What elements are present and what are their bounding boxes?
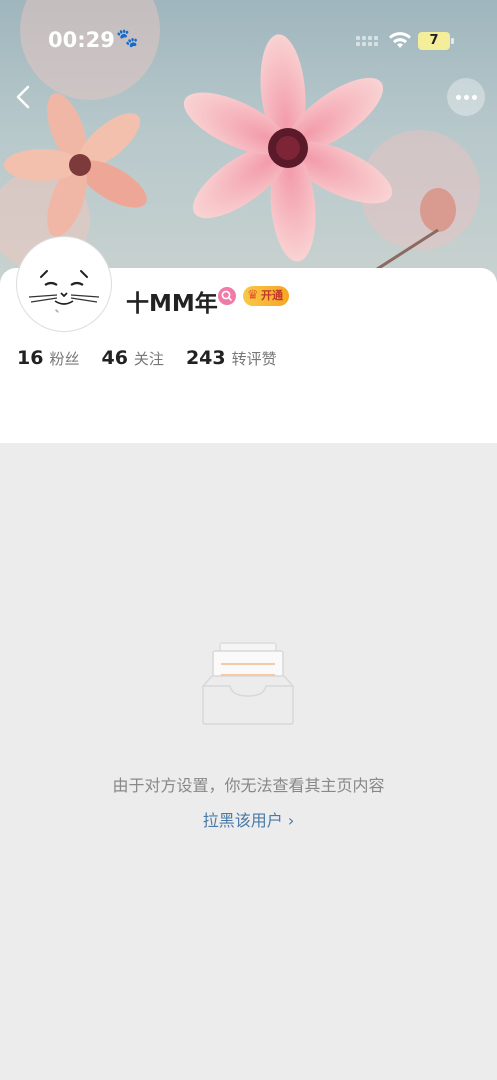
more-dots-icon bbox=[464, 95, 469, 100]
profile-stats: 16 粉丝 46 关注 243 转评赞 bbox=[17, 347, 277, 369]
more-options-button[interactable] bbox=[447, 78, 485, 116]
chevron-left-icon bbox=[16, 85, 30, 109]
empty-state-message: 由于对方设置，你无法查看其主页内容 bbox=[112, 776, 385, 795]
battery-indicator: 7 bbox=[418, 32, 454, 50]
vip-open-badge[interactable]: 开通 bbox=[243, 286, 289, 306]
paw-icon: 🐾 bbox=[116, 28, 139, 49]
stat-value: 46 bbox=[101, 347, 128, 369]
stat-value: 243 bbox=[185, 347, 226, 369]
stat-label: 关注 bbox=[133, 350, 164, 368]
stat-followers[interactable]: 16 粉丝 bbox=[17, 347, 79, 369]
block-user-link[interactable]: 拉黑该用户 › bbox=[0, 807, 497, 831]
avatar[interactable]: ✎ bbox=[17, 237, 111, 331]
stat-value: 16 bbox=[17, 347, 44, 369]
more-dots-icon bbox=[456, 95, 461, 100]
search-badge-icon[interactable] bbox=[218, 287, 236, 305]
cat-sketch-avatar-icon: ✎ bbox=[19, 239, 109, 329]
back-button[interactable] bbox=[10, 82, 40, 112]
stat-following[interactable]: 46 关注 bbox=[101, 347, 163, 369]
profile-name: 十MM年 bbox=[126, 291, 218, 317]
status-time: 00:29 bbox=[48, 28, 115, 52]
stat-label: 转评赞 bbox=[231, 350, 277, 368]
cellular-signal-icon bbox=[356, 36, 382, 50]
more-dots-icon bbox=[472, 95, 477, 100]
wifi-icon bbox=[389, 32, 411, 48]
stat-label: 粉丝 bbox=[49, 350, 80, 368]
svg-text:✎: ✎ bbox=[55, 309, 59, 315]
status-bar: 00:29 🐾 7 bbox=[0, 0, 497, 80]
stat-reposts-comments-likes[interactable]: 243 转评赞 bbox=[186, 347, 277, 369]
empty-inbox-icon bbox=[202, 642, 294, 725]
